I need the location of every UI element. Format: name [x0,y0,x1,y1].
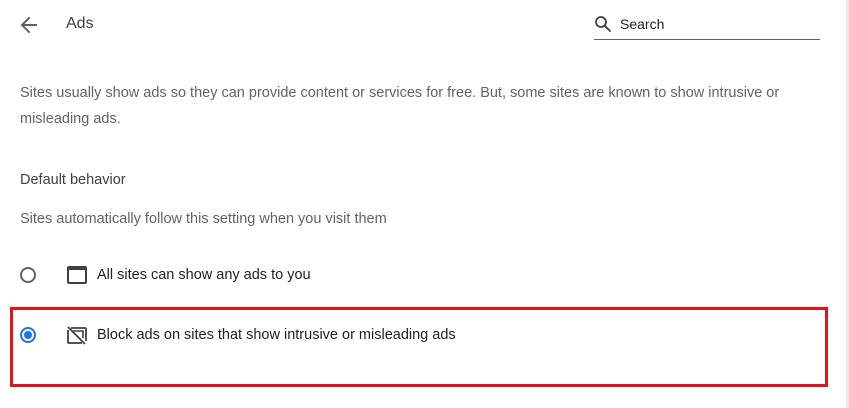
radio-block-intrusive-ads[interactable] [20,327,36,343]
ads-blocked-icon [67,326,87,345]
option-allow-all-ads[interactable]: All sites can show any ads to you [14,257,820,297]
search-icon [595,16,611,32]
ads-settings-page: Ads Sites usually show ads so they can p… [0,0,849,408]
search-box[interactable] [594,11,820,40]
default-behavior-heading: Default behavior [20,172,126,188]
option-block-intrusive-ads[interactable]: Block ads on sites that show intrusive o… [14,317,820,357]
ads-description: Sites usually show ads so they can provi… [20,85,780,127]
arrow-back-icon [20,16,37,34]
web-window-icon [67,266,87,284]
option-allow-all-ads-label: All sites can show any ads to you [97,267,311,283]
search-input[interactable] [620,13,816,35]
option-block-intrusive-ads-label: Block ads on sites that show intrusive o… [97,327,456,343]
radio-allow-all-ads[interactable] [20,267,36,283]
default-behavior-subtitle: Sites automatically follow this setting … [20,211,387,227]
back-button[interactable] [14,10,44,40]
page-header: Ads [0,0,849,50]
page-title: Ads [66,15,94,32]
radio-selected-dot [24,331,32,339]
